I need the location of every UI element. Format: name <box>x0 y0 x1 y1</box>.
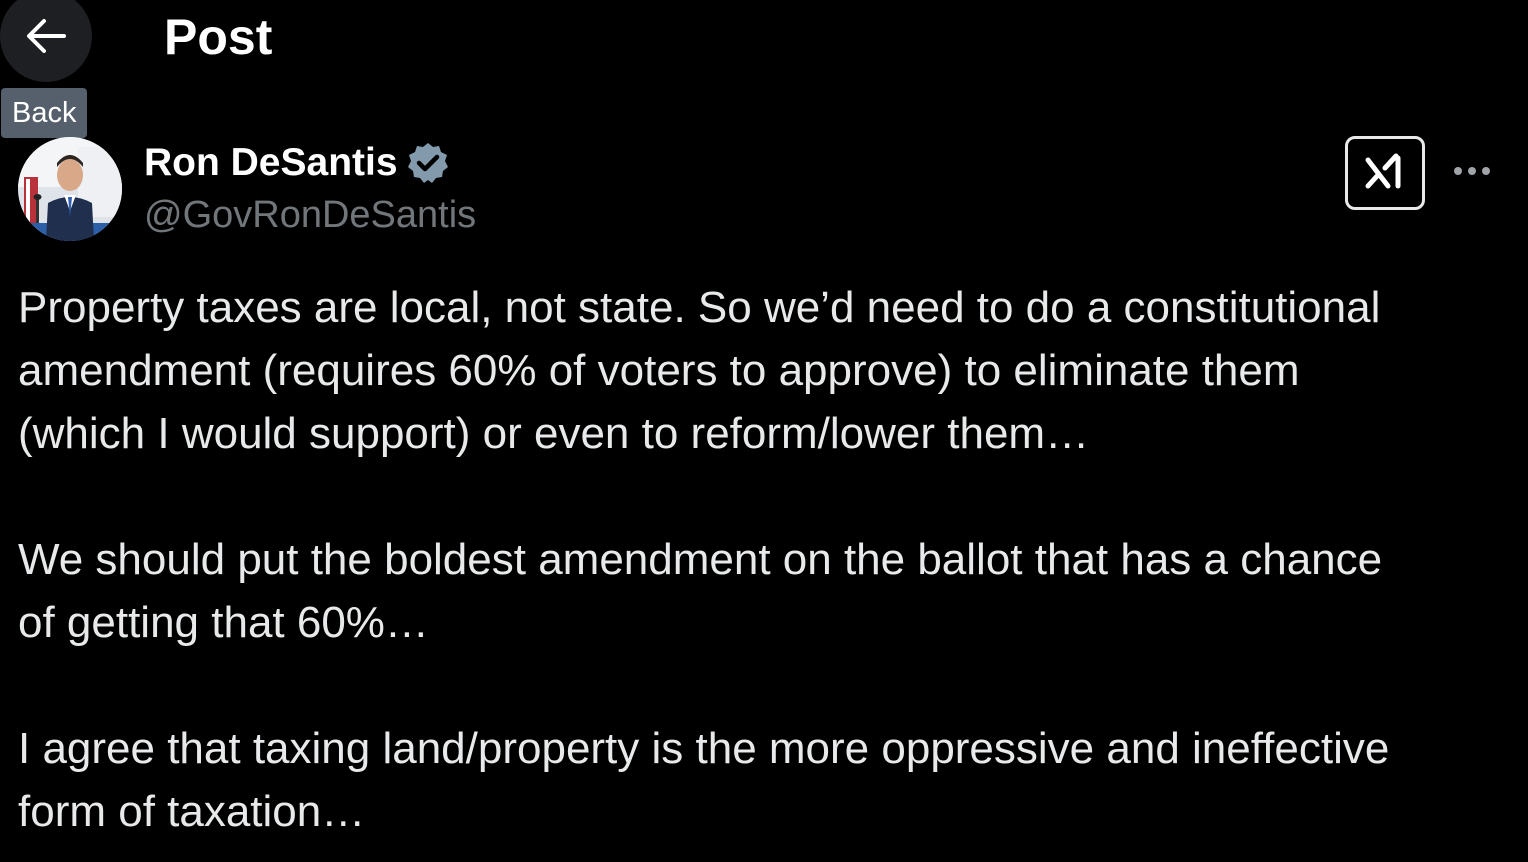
display-name[interactable]: Ron DeSantis <box>144 140 450 186</box>
back-button[interactable] <box>0 0 92 82</box>
grok-icon <box>1362 148 1408 199</box>
author-handle[interactable]: @GovRonDeSantis <box>144 192 476 238</box>
more-horizontal-icon <box>1452 164 1492 182</box>
grok-button[interactable] <box>1345 136 1425 210</box>
arrow-left-icon <box>24 16 68 56</box>
display-name-text: Ron DeSantis <box>144 141 398 184</box>
post-paragraph: We should put the boldest amendment on t… <box>18 535 1383 647</box>
post-text: Property taxes are local, not state. So … <box>18 276 1513 843</box>
more-options-button[interactable] <box>1447 150 1497 196</box>
page-title: Post <box>164 9 273 65</box>
avatar[interactable] <box>18 137 122 241</box>
post-paragraph: Property taxes are local, not state. So … <box>18 283 1381 458</box>
post-paragraph: I agree that taxing land/property is the… <box>18 724 1390 836</box>
verified-badge-icon <box>406 141 450 185</box>
back-tooltip: Back <box>1 88 88 138</box>
